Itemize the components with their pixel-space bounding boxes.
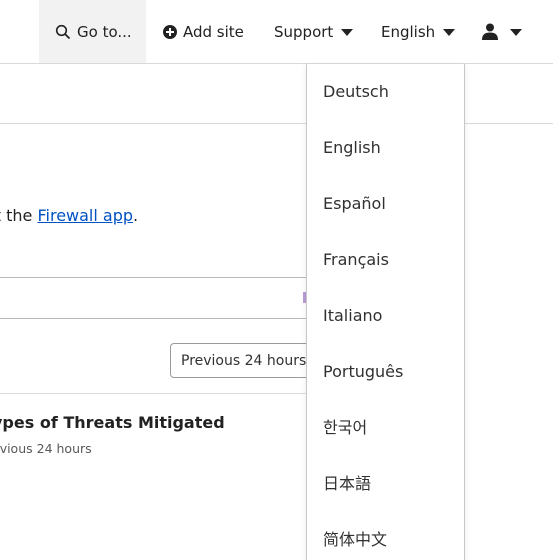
language-label: English xyxy=(381,22,436,41)
support-label: Support xyxy=(274,22,334,41)
caret-down-icon xyxy=(443,28,456,36)
caret-down-icon xyxy=(510,28,522,36)
firewall-app-link[interactable]: Firewall app xyxy=(37,206,133,225)
user-menu-button[interactable] xyxy=(482,0,522,63)
firewall-prefix: sit the xyxy=(0,206,33,225)
support-menu-button[interactable]: Support xyxy=(274,0,354,63)
section-divider xyxy=(0,123,553,124)
language-option-deutsch[interactable]: Deutsch xyxy=(307,64,464,120)
time-range-button[interactable]: Previous 24 hours xyxy=(170,343,320,378)
language-option-chinese-simplified[interactable]: 简体中文 xyxy=(307,512,464,560)
search-icon xyxy=(55,24,71,39)
add-site-button[interactable]: Add site xyxy=(163,0,244,63)
top-nav: Go to... Add site Support English xyxy=(0,0,553,64)
language-option-italiano[interactable]: Italiano xyxy=(307,288,464,344)
language-option-korean[interactable]: 한국어 xyxy=(307,400,464,456)
caret-down-icon xyxy=(341,28,354,36)
language-option-espanol[interactable]: Español xyxy=(307,176,464,232)
language-option-portugues[interactable]: Português xyxy=(307,344,464,400)
user-icon xyxy=(482,23,498,40)
plus-circle-icon xyxy=(163,24,177,39)
goto-button[interactable]: Go to... xyxy=(39,0,146,63)
firewall-suffix: . xyxy=(133,206,139,225)
filter-bar[interactable] xyxy=(0,277,310,319)
add-site-label: Add site xyxy=(183,22,244,41)
language-option-japanese[interactable]: 日本語 xyxy=(307,456,464,512)
card-subtitle: evious 24 hours xyxy=(0,441,92,456)
language-menu-button[interactable]: English xyxy=(381,0,456,63)
page: Go to... Add site Support English the Fi… xyxy=(0,0,553,560)
language-option-english[interactable]: English xyxy=(307,120,464,176)
language-dropdown: Deutsch English Español Français Italian… xyxy=(306,64,465,560)
card-divider xyxy=(0,393,320,394)
goto-label: Go to... xyxy=(77,22,132,41)
card-title: ypes of Threats Mitigated xyxy=(0,413,225,432)
language-option-francais[interactable]: Français xyxy=(307,232,464,288)
